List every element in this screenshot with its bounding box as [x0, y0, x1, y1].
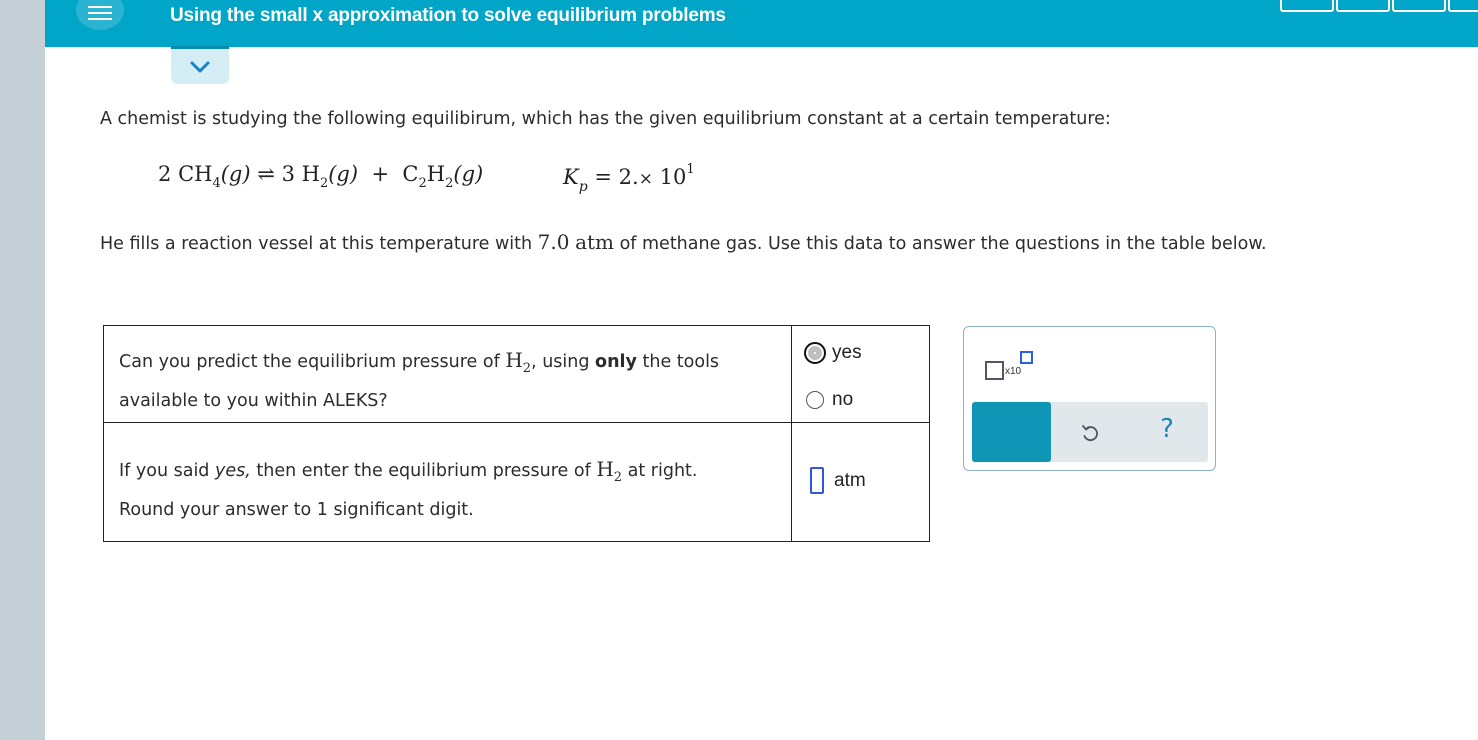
- radio-no-button[interactable]: [806, 391, 824, 409]
- question-2-answer-cell: atm: [791, 422, 930, 542]
- progress-segment: [1392, 0, 1446, 12]
- chevron-down-icon: [190, 61, 210, 72]
- page-title: Using the small x approximation to solve…: [170, 5, 726, 26]
- undo-icon: [1082, 425, 1098, 442]
- undo-button[interactable]: [1076, 420, 1104, 446]
- tool-bar: ?: [972, 402, 1208, 462]
- radio-yes-button[interactable]: [804, 342, 826, 364]
- question-2: If you said yes, then enter the equilibr…: [103, 422, 792, 542]
- help-button[interactable]: ?: [1153, 414, 1181, 450]
- radio-no[interactable]: no: [806, 387, 929, 413]
- amount-unit: atm: [575, 230, 614, 254]
- clear-button[interactable]: [972, 402, 1051, 462]
- problem-conditions: He fills a reaction vessel at this tempe…: [100, 230, 1267, 254]
- progress-indicator: [1280, 0, 1478, 12]
- equilibrium-arrow: ⇌: [257, 162, 275, 186]
- left-rail: [0, 0, 45, 740]
- question-table: Can you predict the equilibrium pressure…: [103, 325, 930, 542]
- scientific-notation-button[interactable]: x10: [985, 349, 1035, 385]
- x10-label: x10: [1005, 366, 1022, 377]
- answer-unit: atm: [834, 469, 866, 491]
- problem-intro: A chemist is studying the following equi…: [100, 109, 1111, 129]
- question-1-answer-cell: yes no: [791, 325, 930, 423]
- answer-tools-panel: x10 ?: [963, 326, 1216, 471]
- progress-segment: [1280, 0, 1334, 12]
- radio-yes[interactable]: yes: [804, 340, 929, 366]
- mantissa-box-icon: [985, 361, 1004, 380]
- collapse-toggle-button[interactable]: [171, 46, 229, 84]
- progress-segment: [1336, 0, 1390, 12]
- exponent-box-icon: [1020, 351, 1033, 364]
- question-1: Can you predict the equilibrium pressure…: [103, 325, 792, 423]
- reaction-equation: 2 CH4(g) ⇌ 3 H2(g) + C2H2(g): [158, 162, 484, 191]
- amount-value: 7.0: [537, 230, 570, 254]
- pressure-answer-input[interactable]: [810, 467, 824, 494]
- equilibrium-constant: Kp = 2.× 101: [563, 162, 695, 195]
- progress-segment: [1448, 0, 1478, 12]
